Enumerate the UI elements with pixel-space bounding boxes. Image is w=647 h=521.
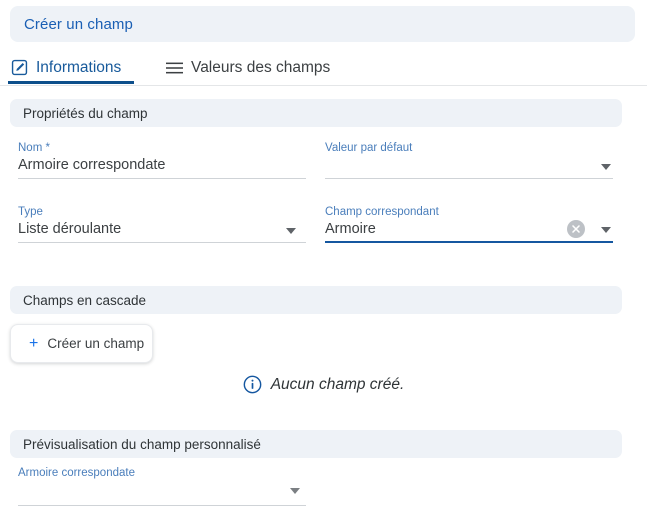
page-title: Créer un champ (24, 15, 133, 33)
tab-informations-label: Informations (36, 58, 122, 76)
clear-icon[interactable] (567, 220, 585, 238)
section-header-cascade: Champs en cascade (10, 286, 622, 314)
field-type-underline (18, 242, 306, 243)
cascade-empty-message: Aucun champ créé. (270, 375, 405, 393)
field-valeur-par-defaut[interactable]: Valeur par défaut (325, 141, 613, 179)
active-tab-indicator (8, 81, 134, 84)
info-circle-icon (243, 375, 262, 394)
section-title-preview: Prévisualisation du champ personnalisé (23, 436, 261, 452)
section-header-preview: Prévisualisation du champ personnalisé (10, 430, 622, 458)
chevron-down-icon[interactable] (601, 227, 611, 233)
field-nom-label: Nom * (18, 142, 50, 154)
tab-valeurs-des-champs-label: Valeurs des champs (191, 58, 331, 76)
field-nom-underline (18, 178, 306, 179)
field-valeur-par-defaut-value (325, 155, 613, 175)
preview-field-underline (18, 505, 306, 506)
preview-field-label: Armoire correspondate (18, 467, 135, 479)
field-type-value: Liste déroulante (18, 221, 122, 237)
tab-valeurs-des-champs[interactable]: Valeurs des champs (164, 50, 332, 85)
chevron-down-icon[interactable] (286, 228, 296, 234)
tab-informations[interactable]: Informations (9, 50, 123, 85)
create-field-button[interactable]: + Créer un champ (10, 324, 153, 363)
cascade-empty-state: Aucun champ créé. (0, 375, 647, 394)
field-type[interactable]: Type Liste déroulante (18, 205, 306, 243)
field-valeur-par-defaut-label: Valeur par défaut (325, 142, 413, 154)
field-nom-value: Armoire correspondate (18, 157, 166, 173)
chevron-down-icon[interactable] (290, 488, 300, 494)
field-champ-correspondant-label: Champ correspondant (325, 206, 439, 218)
section-title-properties: Propriétés du champ (23, 105, 148, 121)
field-nom[interactable]: Nom * Armoire correspondate (18, 141, 306, 179)
hamburger-icon (166, 61, 183, 75)
dialog-title-bar: Créer un champ (10, 6, 635, 42)
create-field-button-label: Créer un champ (47, 336, 145, 351)
field-type-label: Type (18, 206, 43, 218)
preview-field-value (18, 480, 306, 500)
field-valeur-par-defaut-underline (325, 178, 613, 179)
edit-square-icon (11, 59, 28, 76)
chevron-down-icon[interactable] (601, 164, 611, 170)
preview-dropdown-field[interactable]: Armoire correspondate (18, 466, 306, 506)
section-header-properties: Propriétés du champ (10, 99, 622, 127)
field-champ-correspondant[interactable]: Champ correspondant Armoire (325, 205, 613, 243)
field-champ-correspondant-underline (325, 241, 613, 243)
plus-icon: + (29, 334, 39, 352)
section-title-cascade: Champs en cascade (23, 292, 147, 308)
